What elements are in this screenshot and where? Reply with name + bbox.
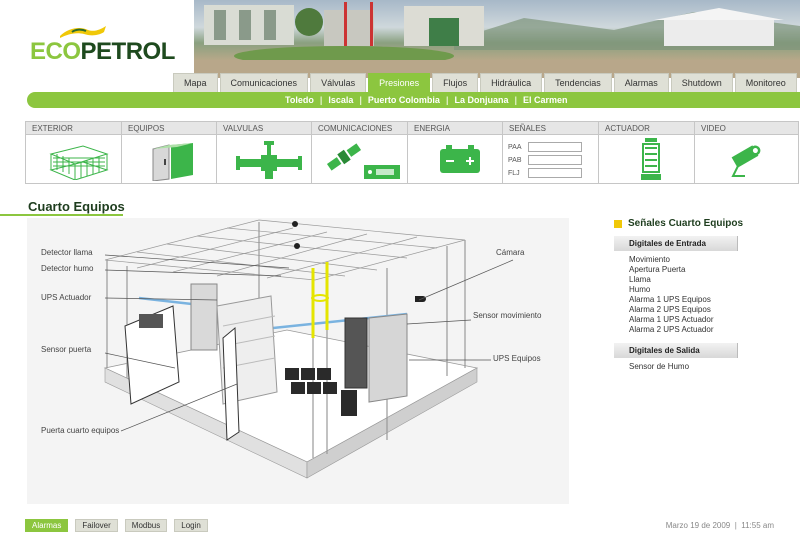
main-nav: Mapa Comunicaciones Válvulas Presiones F… bbox=[173, 73, 797, 93]
tab-valvulas[interactable]: Válvulas bbox=[310, 73, 367, 93]
valve-icon bbox=[235, 141, 302, 179]
list-item: Movimiento bbox=[629, 255, 670, 264]
tab-alarmas[interactable]: Alarmas bbox=[613, 73, 669, 93]
list-item: Humo bbox=[629, 285, 651, 294]
senal-paa-label: PAA bbox=[508, 143, 522, 151]
subnav-iscala[interactable]: Iscala bbox=[328, 95, 353, 105]
satellite-icon bbox=[326, 143, 400, 179]
footer-time: 11:55 am bbox=[741, 521, 774, 530]
list-item: Alarma 2 UPS Actuador bbox=[629, 325, 714, 334]
logo-petrol: PETROL bbox=[80, 38, 176, 65]
camera-icon bbox=[730, 145, 760, 177]
footer-buttons: Alarmas Failover Modbus Login bbox=[25, 519, 208, 532]
modbus-button[interactable]: Modbus bbox=[124, 519, 168, 532]
ecopetrol-logo: ECOPETROL bbox=[30, 26, 175, 68]
category-exterior-label: EXTERIOR bbox=[26, 122, 129, 135]
list-item: Llama bbox=[629, 275, 651, 284]
label-ups-equipos[interactable]: UPS Equipos bbox=[493, 354, 541, 363]
equipment-room-diagram: Detector llama Detector humo UPS Actuado… bbox=[27, 218, 569, 504]
category-valvulas[interactable]: VALVULAS bbox=[216, 121, 321, 184]
category-energia[interactable]: ENERGIA bbox=[407, 121, 512, 184]
signals-panel-title-text: Señales Cuarto Equipos bbox=[628, 218, 744, 229]
footer-date: Marzo 19 de 2009 bbox=[665, 521, 731, 530]
group-header-salida: Digitales de Salida bbox=[614, 343, 738, 358]
category-video-label: VIDEO bbox=[695, 122, 798, 135]
list-item: Alarma 2 UPS Equipos bbox=[629, 305, 711, 314]
label-detector-llama[interactable]: Detector llama bbox=[41, 248, 93, 257]
category-actuador[interactable]: ACTUADOR bbox=[598, 121, 703, 184]
cabinet-icon bbox=[152, 143, 193, 181]
category-comunicaciones[interactable]: COMUNICACIONES bbox=[311, 121, 416, 184]
category-equipos-label: EQUIPOS bbox=[122, 122, 225, 135]
tab-flujos[interactable]: Flujos bbox=[432, 73, 479, 93]
tab-monitoreo[interactable]: Monitoreo bbox=[734, 73, 797, 93]
sub-nav: Toledo | Iscala | Puerto Colombia | La Donj… bbox=[27, 92, 800, 108]
list-item: Alarma 1 UPS Actuador bbox=[629, 315, 714, 324]
failover-button[interactable]: Failover bbox=[75, 519, 118, 532]
tab-comunicaciones[interactable]: Comunicaciones bbox=[219, 73, 309, 93]
label-camara[interactable]: Cámara bbox=[496, 248, 524, 257]
logo-eco: ECO bbox=[30, 38, 81, 65]
label-sensor-movimiento[interactable]: Sensor movimiento bbox=[473, 311, 541, 320]
header-photo bbox=[194, 0, 800, 78]
subnav-puerto-colombia[interactable]: Puerto Colombia bbox=[368, 95, 440, 105]
label-ups-actuador[interactable]: UPS Actuador bbox=[41, 293, 91, 302]
fence-icon bbox=[48, 145, 109, 180]
signals-panel-title: Señales Cuarto Equipos bbox=[614, 218, 743, 229]
label-sensor-puerta[interactable]: Sensor puerta bbox=[41, 345, 91, 354]
senal-flj-field[interactable] bbox=[528, 168, 582, 178]
list-item: Apertura Puerta bbox=[629, 265, 686, 274]
list-entrada: Movimiento Apertura Puerta Llama Humo Al… bbox=[629, 255, 713, 335]
list-salida: Sensor de Humo bbox=[629, 362, 689, 372]
bullet-square-icon bbox=[614, 219, 622, 228]
tab-shutdown[interactable]: Shutdown bbox=[670, 73, 733, 93]
category-equipos[interactable]: EQUIPOS bbox=[121, 121, 226, 184]
category-comunicaciones-label: COMUNICACIONES bbox=[312, 122, 415, 135]
senal-pab-field[interactable] bbox=[528, 155, 582, 165]
label-detector-humo[interactable]: Detector humo bbox=[41, 264, 93, 273]
section-title: Cuarto Equipos bbox=[28, 199, 125, 214]
login-button[interactable]: Login bbox=[174, 519, 208, 532]
tab-tendencias[interactable]: Tendencias bbox=[544, 73, 612, 93]
list-item: Sensor de Humo bbox=[629, 362, 690, 371]
battery-icon bbox=[439, 145, 480, 173]
tab-mapa[interactable]: Mapa bbox=[173, 73, 218, 93]
category-actuador-label: ACTUADOR bbox=[599, 122, 702, 135]
tab-hidraulica[interactable]: Hidráulica bbox=[480, 73, 543, 93]
category-senales[interactable]: SEÑALES PAA PAB FLJ bbox=[502, 121, 607, 184]
subnav-la-donjuana[interactable]: La Donjuana bbox=[454, 95, 508, 105]
category-valvulas-label: VALVULAS bbox=[217, 122, 320, 135]
tab-presiones[interactable]: Presiones bbox=[368, 73, 431, 93]
list-item: Alarma 1 UPS Equipos bbox=[629, 295, 711, 304]
actuator-icon bbox=[640, 138, 661, 180]
subnav-toledo[interactable]: Toledo bbox=[285, 95, 314, 105]
senal-flj-label: FLJ bbox=[508, 169, 520, 177]
category-video[interactable]: VIDEO bbox=[694, 121, 799, 184]
category-senales-label: SEÑALES bbox=[503, 122, 606, 135]
group-header-entrada: Digitales de Entrada bbox=[614, 236, 738, 251]
category-exterior[interactable]: EXTERIOR bbox=[25, 121, 130, 184]
senal-pab-label: PAB bbox=[508, 156, 522, 164]
footer-datetime: Marzo 19 de 2009 | 11:55 am bbox=[665, 521, 774, 530]
category-energia-label: ENERGIA bbox=[408, 122, 511, 135]
subnav-el-carmen[interactable]: El Carmen bbox=[523, 95, 568, 105]
label-puerta-cuarto[interactable]: Puerta cuarto equipos bbox=[41, 426, 119, 435]
section-underline bbox=[0, 214, 123, 216]
senal-paa-field[interactable] bbox=[528, 142, 582, 152]
alarmas-button[interactable]: Alarmas bbox=[25, 519, 69, 532]
